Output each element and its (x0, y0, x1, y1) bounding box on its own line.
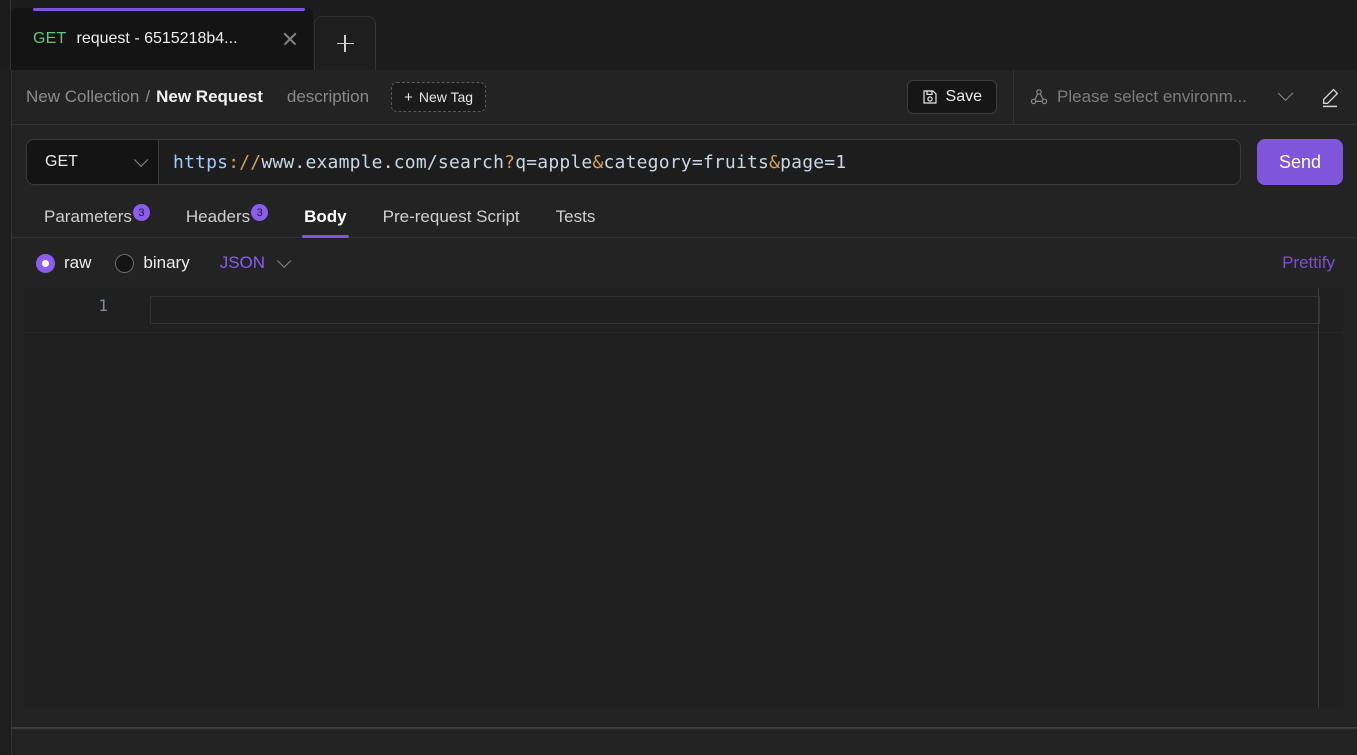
tab-parameters-label: Parameters (44, 207, 132, 226)
new-tag-button[interactable]: + New Tag (391, 82, 487, 112)
url-param2-value: fruits (702, 151, 770, 173)
tab-parameters[interactable]: Parameters 3 (26, 199, 168, 237)
tab-method-label: GET (33, 30, 67, 47)
tab-pre-request-script[interactable]: Pre-request Script (365, 199, 538, 237)
environment-selector[interactable]: Please select environm... (1014, 84, 1305, 107)
close-icon[interactable] (279, 28, 301, 50)
request-tab-active[interactable]: GET request - 6515218b4... (11, 8, 313, 70)
send-button[interactable]: Send (1257, 139, 1343, 185)
save-label: Save (945, 88, 982, 105)
body-mode-binary[interactable]: binary (115, 253, 190, 273)
request-tabs: Parameters 3 Headers 3 Body Pre-request … (12, 199, 1357, 238)
chevron-down-icon[interactable] (277, 253, 292, 268)
chevron-down-icon[interactable] (1277, 84, 1294, 101)
tab-tests-label: Tests (555, 207, 596, 226)
url-host: www.example.com (261, 151, 427, 173)
description-input[interactable]: description (287, 87, 369, 107)
status-bar (11, 728, 1357, 755)
url-scheme-punct: :// (228, 151, 262, 173)
url-param3-value: 1 (835, 151, 847, 173)
url-input[interactable]: https://www.example.com/search? q = apple & c… (158, 139, 1241, 185)
send-label: Send (1278, 151, 1322, 172)
http-method-select[interactable]: GET (26, 139, 158, 185)
tab-pre-request-script-label: Pre-request Script (382, 207, 520, 226)
body-format-select[interactable]: JSON (219, 253, 292, 273)
chevron-down-icon[interactable] (134, 152, 149, 167)
prettify-button[interactable]: Prettify (1282, 253, 1335, 273)
radio-selected-icon[interactable] (36, 253, 55, 273)
url-param2-key: category (603, 151, 692, 173)
breadcrumb-collection[interactable]: New Collection (26, 87, 139, 107)
tab-headers-label: Headers (185, 207, 251, 226)
tab-body-label: Body (304, 207, 347, 226)
url-param1-value: apple (537, 151, 593, 173)
url-query-mark: ? (504, 151, 516, 173)
tab-headers[interactable]: Headers 3 (168, 199, 286, 237)
tab-headers-badge: 3 (251, 204, 269, 221)
tab-active-accent (33, 8, 305, 11)
tab-body[interactable]: Body (286, 199, 365, 238)
save-button[interactable]: Save (906, 80, 997, 114)
editor-active-line[interactable] (150, 296, 1320, 324)
url-scheme: https (173, 151, 229, 173)
plus-icon[interactable] (314, 16, 376, 70)
url-bar: GET https://www.example.com/search? q = app… (12, 125, 1357, 185)
body-mode-raw[interactable]: raw (36, 253, 91, 273)
editor-scrollbar-track[interactable] (1318, 288, 1319, 708)
tab-title-label: request - 6515218b4... (76, 30, 238, 47)
body-mode-raw-label: raw (64, 253, 92, 272)
editor-line-numbers: 1 (98, 296, 108, 315)
url-param1-key: q (515, 151, 527, 173)
environment-node-icon (1030, 89, 1048, 105)
floppy-disk-icon (922, 90, 937, 104)
pencil-edit-icon[interactable] (1319, 86, 1341, 108)
breadcrumb-separator: / (145, 87, 151, 106)
request-panel: New Collection / New Request description… (11, 69, 1357, 727)
header-actions: Save Please select environm... (906, 69, 1357, 125)
url-amp2: & (769, 151, 781, 173)
new-tag-label: New Tag (418, 89, 474, 105)
tab-tests[interactable]: Tests (538, 199, 614, 237)
url-param3-key: page (780, 151, 825, 173)
url-param1-eq: = (526, 151, 538, 173)
url-amp1: & (592, 151, 604, 173)
plus-icon: + (404, 88, 413, 106)
body-mode-binary-label: binary (143, 253, 190, 272)
http-method-label: GET (45, 153, 78, 170)
breadcrumb-bar: New Collection / New Request description… (12, 69, 1357, 125)
environment-label: Please select environm... (1057, 87, 1247, 106)
tab-bar: GET request - 6515218b4... (0, 0, 1357, 70)
body-options: raw binary JSON Prettify (12, 238, 1357, 288)
breadcrumb-request-name[interactable]: New Request (156, 87, 263, 107)
tab-bar-left-gutter (0, 0, 11, 70)
body-editor[interactable]: 1 (24, 288, 1343, 708)
url-param2-eq: = (691, 151, 703, 173)
body-format-label: JSON (219, 253, 266, 272)
editor-line-divider (24, 332, 1343, 333)
url-path: /search (426, 151, 505, 173)
radio-unselected-icon[interactable] (115, 253, 135, 273)
url-param3-eq: = (824, 151, 836, 173)
tab-parameters-badge: 3 (132, 204, 150, 221)
